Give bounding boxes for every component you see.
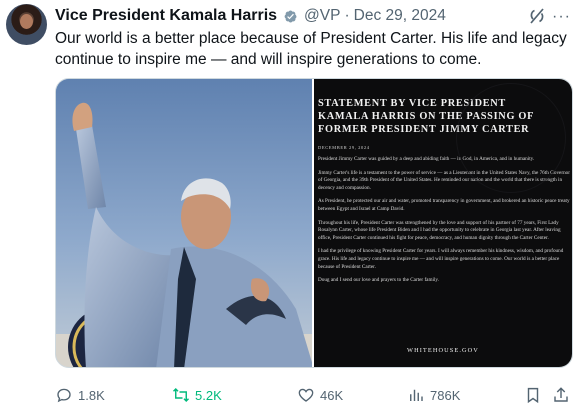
repost-count: 5.2K xyxy=(195,387,222,403)
author-name[interactable]: Vice President Kamala Harris xyxy=(55,7,277,25)
carter-photo[interactable] xyxy=(56,79,312,367)
tweet-actions: 1.8K 5.2K 46K 786K xyxy=(55,384,570,406)
statement-footer: WHITEHOUSE.GOV xyxy=(407,347,479,354)
grok-icon[interactable] xyxy=(528,7,546,25)
tweet-media[interactable]: STATEMENT BY VICE PRESIDENT KAMALA HARRI… xyxy=(55,78,573,368)
bookmark-icon xyxy=(527,387,539,404)
statement-image[interactable]: STATEMENT BY VICE PRESIDENT KAMALA HARRI… xyxy=(314,79,572,367)
seal-watermark xyxy=(456,83,566,193)
statement-paragraph: Throughout his life, President Carter wa… xyxy=(318,219,561,241)
reply-icon xyxy=(57,388,71,403)
share-button[interactable] xyxy=(552,384,575,406)
author-handle[interactable]: @VP xyxy=(304,7,340,25)
statement-paragraph: As President, he protected our air and w… xyxy=(318,198,570,212)
carter-photo-illustration xyxy=(56,79,312,367)
more-options-icon[interactable]: ··· xyxy=(552,8,571,26)
like-count: 46K xyxy=(320,387,344,403)
heart-icon xyxy=(298,388,314,402)
verified-badge-icon xyxy=(284,10,297,22)
tweet-header: Vice President Kamala Harris @VP · Dec 2… xyxy=(55,5,446,27)
tweet-date[interactable]: Dec 29, 2024 xyxy=(354,7,446,25)
repost-button[interactable]: 5.2K xyxy=(172,384,222,406)
separator-dot: · xyxy=(344,7,350,24)
reply-count: 1.8K xyxy=(78,387,105,403)
views-button[interactable]: 786K xyxy=(407,384,460,406)
statement-paragraph: I had the privilege of knowing President… xyxy=(318,248,564,270)
views-count: 786K xyxy=(430,387,461,403)
author-avatar[interactable] xyxy=(6,4,47,45)
tweet-text: Our world is a better place because of P… xyxy=(55,30,567,68)
views-icon xyxy=(410,389,423,401)
like-button[interactable]: 46K xyxy=(297,384,343,406)
statement-paragraph: Doug and I send our love and prayers to … xyxy=(318,277,439,284)
repost-icon xyxy=(172,387,190,403)
share-icon xyxy=(554,387,568,402)
bookmark-button[interactable] xyxy=(524,384,547,406)
reply-button[interactable]: 1.8K xyxy=(55,384,105,406)
